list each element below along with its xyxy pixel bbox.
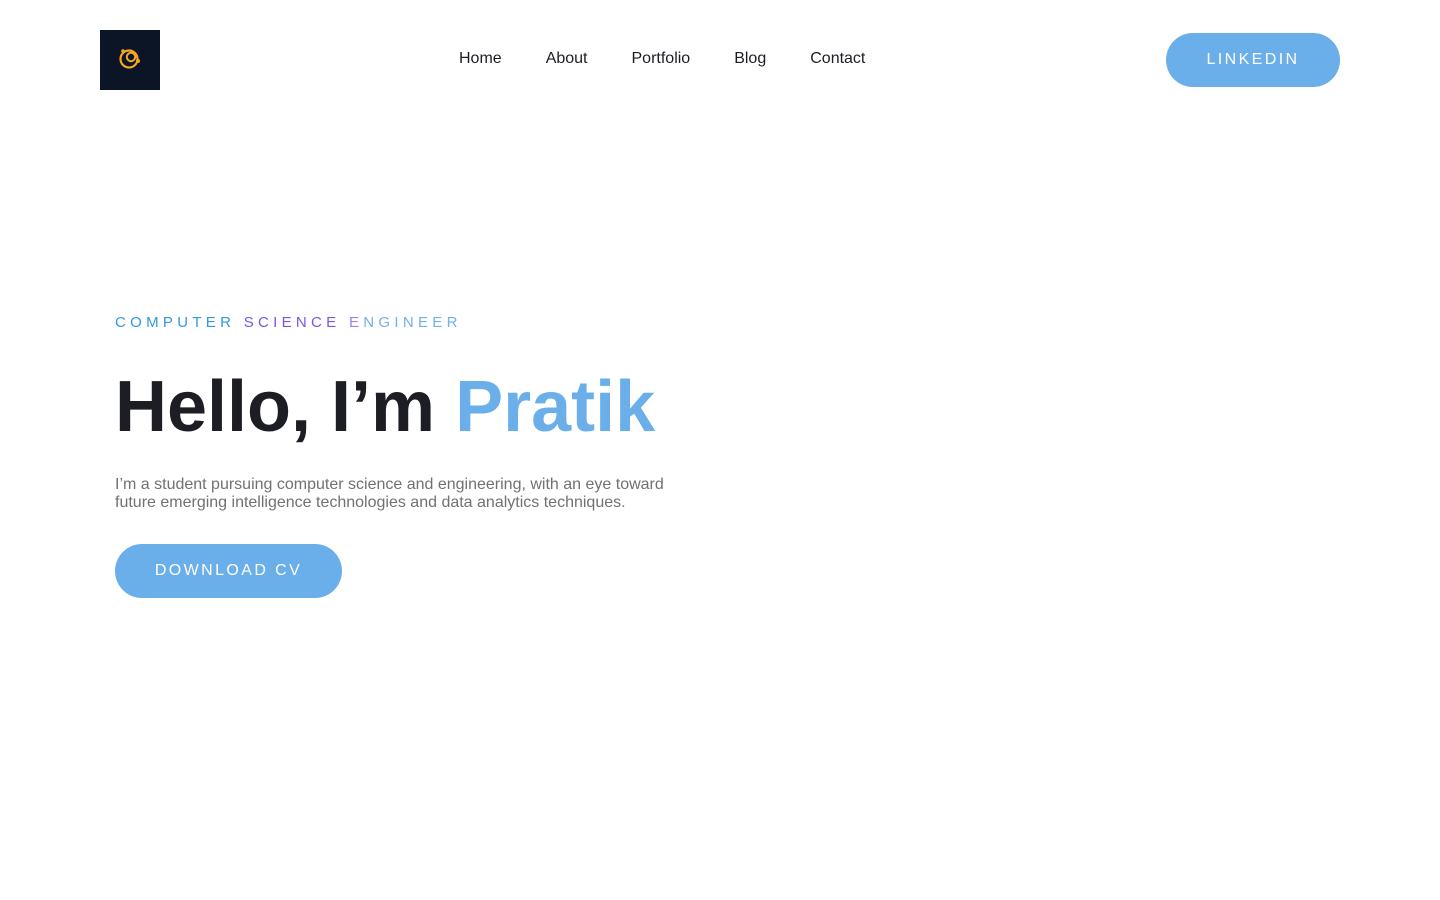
hero-section: COMPUTER SCIENCE ENGINEER Hello, I’m Pra… [115,310,735,598]
nav-item-contact[interactable]: Contact [810,48,865,70]
nav-item-about[interactable]: About [546,48,588,70]
linkedin-button[interactable]: LINKEDIN [1166,33,1340,87]
site-header: Home About Portfolio Blog Contact LINKED… [0,0,1440,120]
intro-line-1: I’m a student pursuing computer science … [115,476,664,493]
eyebrow-word-computer: COMPUTER [115,314,236,331]
hero-intro: I’m a student pursuing computer science … [115,476,675,512]
headline-greeting: Hello, I’m [115,367,436,447]
role-eyebrow: COMPUTER SCIENCE ENGINEER [115,310,735,336]
headline-name: Pratik [455,367,656,447]
eyebrow-word-science: SCIENCE [243,314,341,331]
main-nav: Home About Portfolio Blog Contact [459,48,865,70]
orbit-logo-icon [117,45,143,76]
intro-line-2: future emerging intelligence technologie… [115,494,626,511]
nav-item-portfolio[interactable]: Portfolio [632,48,691,70]
eyebrow-word-engineer: ENGINEER [349,314,462,331]
eyebrow-engineer-initial: E [348,314,364,331]
nav-item-home[interactable]: Home [459,48,502,70]
eyebrow-engineer-rest: NGINEER [363,314,462,331]
site-logo[interactable] [100,30,160,90]
download-cv-button[interactable]: DOWNLOAD CV [115,544,342,598]
hero-headline: Hello, I’m Pratik [115,362,735,452]
nav-item-blog[interactable]: Blog [734,48,766,70]
